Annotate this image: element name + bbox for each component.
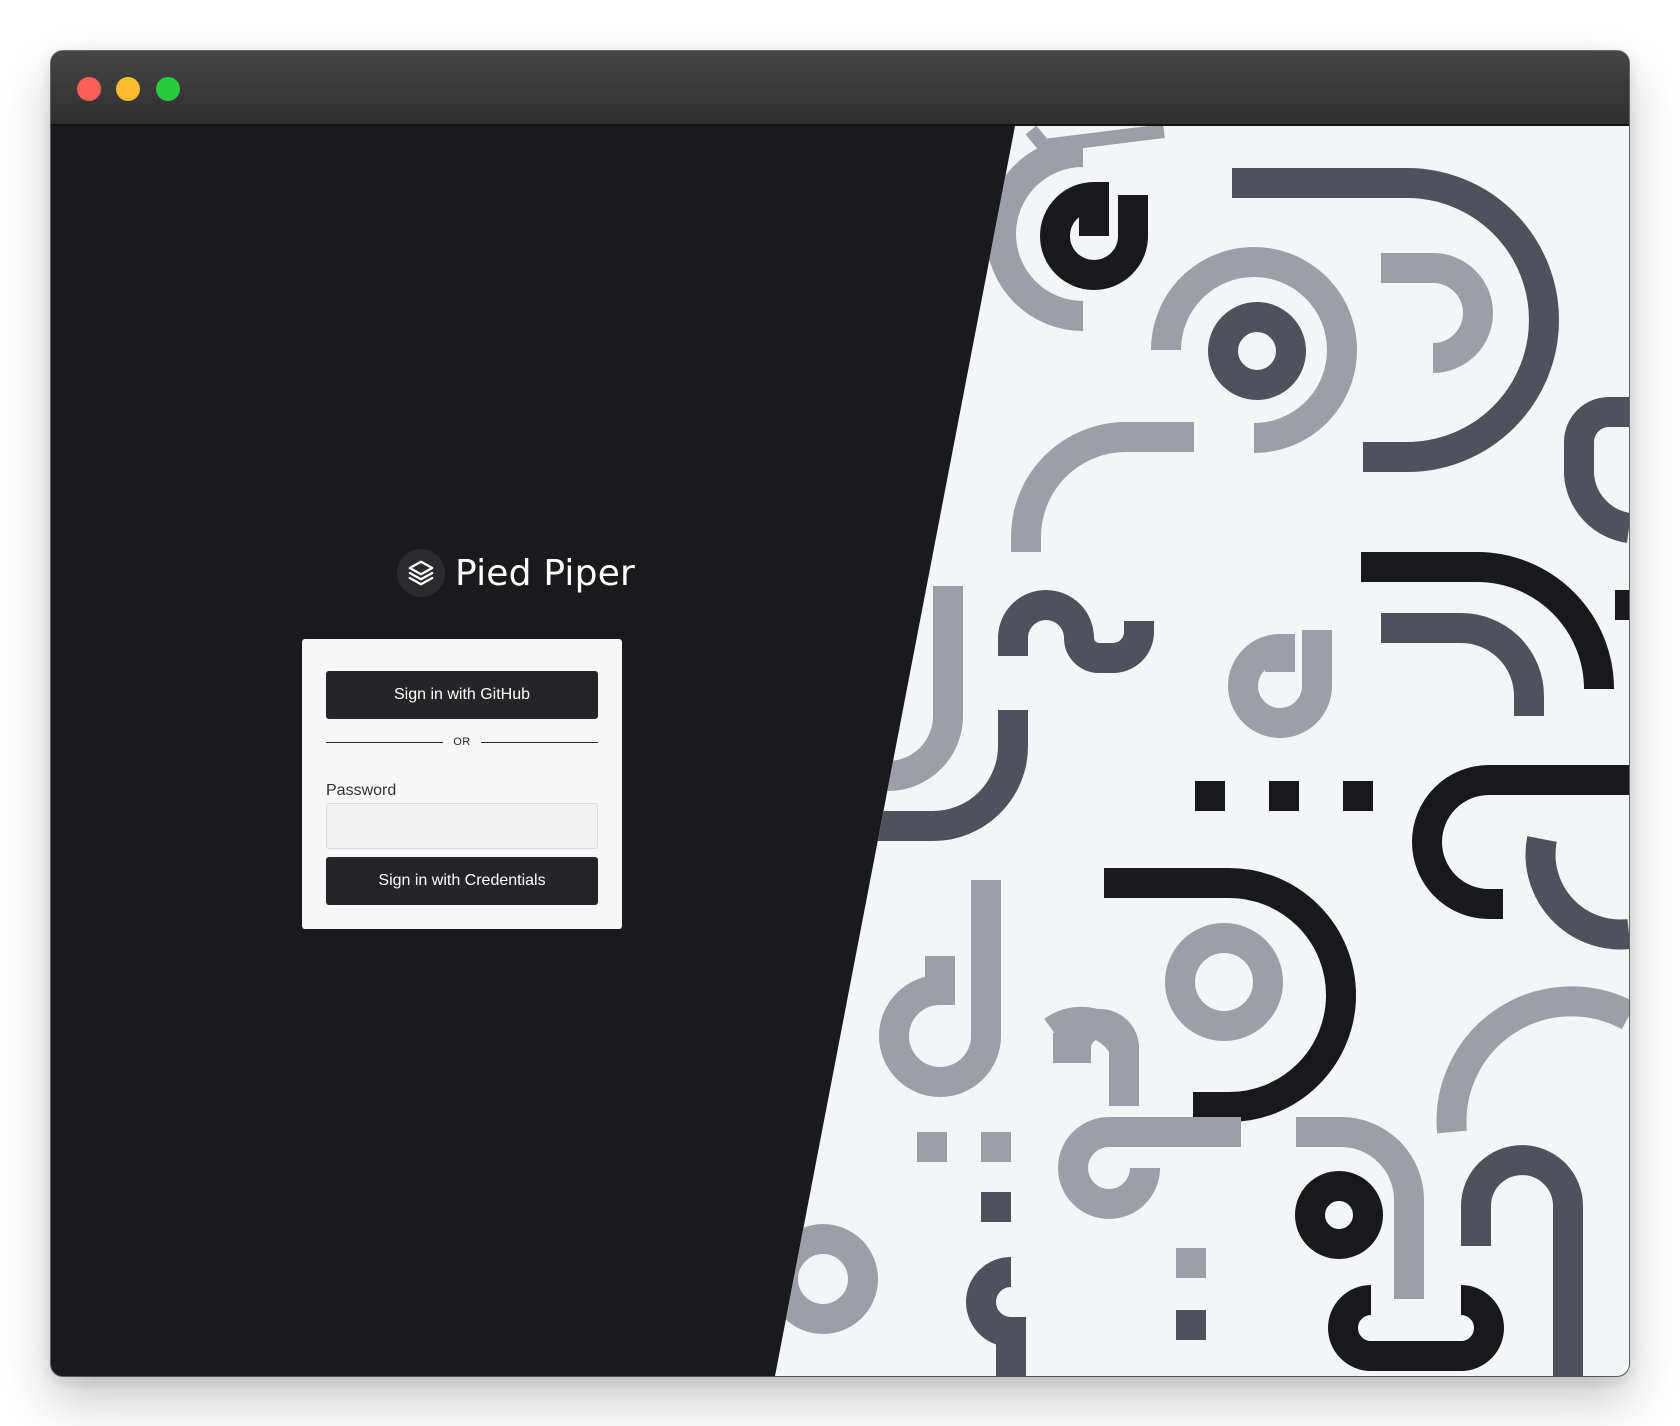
or-divider: OR	[326, 734, 598, 750]
browser-window: Pied Piper Sign in with GitHub OR Passwo…	[51, 51, 1629, 1376]
window-close-button[interactable]	[77, 77, 101, 101]
sign-in-github-button[interactable]: Sign in with GitHub	[326, 671, 598, 719]
decorative-pattern	[775, 126, 1629, 1376]
brand: Pied Piper	[346, 543, 686, 603]
divider-text: OR	[453, 736, 471, 748]
brand-name: Pied Piper	[454, 552, 636, 594]
login-card: Sign in with GitHub OR Password Sign in …	[302, 639, 622, 929]
login-page: Pied Piper Sign in with GitHub OR Passwo…	[51, 126, 1629, 1376]
title-bar	[51, 51, 1629, 126]
password-label: Password	[326, 782, 397, 799]
divider-line-right	[480, 741, 598, 743]
window-zoom-button[interactable]	[156, 77, 180, 101]
password-input[interactable]	[326, 803, 598, 849]
divider-line-left	[326, 741, 444, 743]
layers-icon	[396, 549, 445, 597]
sign-in-credentials-button[interactable]: Sign in with Credentials	[326, 857, 598, 905]
window-minimize-button[interactable]	[116, 77, 140, 101]
